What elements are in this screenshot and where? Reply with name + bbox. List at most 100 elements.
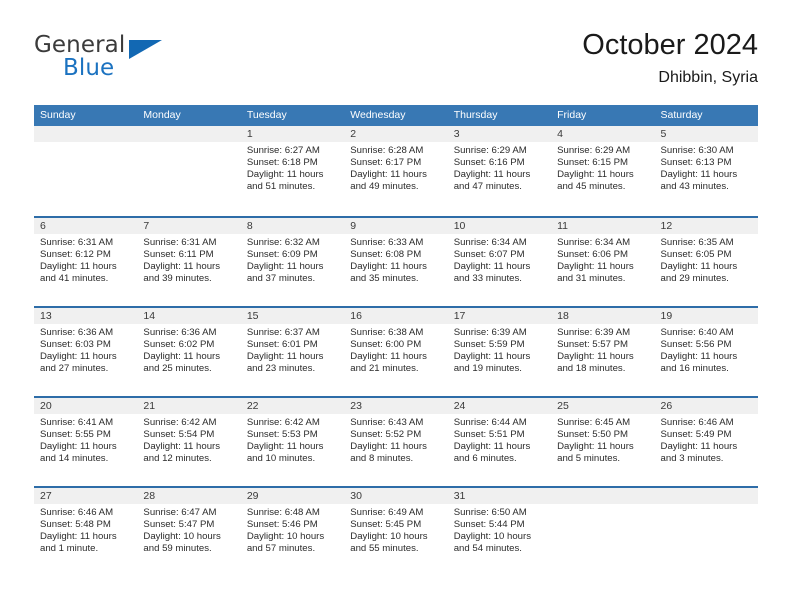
calendar-day-17[interactable]: 17 Sunrise: 6:39 AM Sunset: 5:59 PM Dayligh… [447, 306, 552, 396]
brand-logo[interactable]: General Blue [34, 30, 294, 90]
day-number: 5 [654, 126, 758, 142]
day-details: Sunrise: 6:46 AM Sunset: 5:49 PM Daylight:… [655, 414, 758, 465]
calendar-day-29[interactable]: 29 Sunrise: 6:48 AM Sunset: 5:46 PM Dayligh… [240, 486, 345, 576]
daylight-text: Daylight: 11 hours and 43 minutes. [660, 169, 738, 193]
calendar-day-24[interactable]: 24 Sunrise: 6:44 AM Sunset: 5:51 PM Dayligh… [447, 396, 552, 486]
calendar-day-20[interactable]: 20 Sunrise: 6:41 AM Sunset: 5:55 PM Dayligh… [34, 396, 138, 486]
day-details: Sunrise: 6:41 AM Sunset: 5:55 PM Daylight:… [34, 414, 137, 465]
sunset-text: Sunset: 6:08 PM [350, 249, 422, 261]
day-number: 2 [344, 126, 448, 142]
calendar-cell: 20 Sunrise: 6:41 AM Sunset: 5:55 PM Dayligh… [34, 396, 138, 486]
sunrise-text: Sunrise: 6:34 AM [557, 237, 631, 248]
calendar-day-13[interactable]: 13 Sunrise: 6:36 AM Sunset: 6:03 PM Dayligh… [34, 306, 138, 396]
day-number: 19 [654, 308, 758, 324]
daylight-text: Daylight: 11 hours and 16 minutes. [660, 351, 738, 375]
calendar-day-empty [137, 126, 241, 216]
calendar-cell: 30 Sunrise: 6:49 AM Sunset: 5:45 PM Dayligh… [344, 486, 448, 576]
day-details: Sunrise: 6:43 AM Sunset: 5:52 PM Daylight:… [344, 414, 447, 465]
calendar-day-3[interactable]: 3 Sunrise: 6:29 AM Sunset: 6:16 PM Daylight… [447, 126, 552, 216]
day-number: 21 [137, 398, 241, 414]
sunrise-text: Sunrise: 6:32 AM [246, 237, 320, 248]
day-details: Sunrise: 6:50 AM Sunset: 5:44 PM Daylight:… [448, 504, 551, 555]
calendar-day-26[interactable]: 26 Sunrise: 6:46 AM Sunset: 5:49 PM Dayligh… [654, 396, 758, 486]
day-number: 17 [447, 308, 552, 324]
day-number: 23 [344, 398, 448, 414]
calendar-day-19[interactable]: 19 Sunrise: 6:40 AM Sunset: 5:56 PM Dayligh… [654, 306, 758, 396]
calendar-cell: 8 Sunrise: 6:32 AM Sunset: 6:09 PM Daylight… [240, 216, 345, 306]
day-number: 15 [240, 308, 345, 324]
daylight-text: Daylight: 11 hours and 33 minutes. [453, 261, 531, 285]
sunset-text: Sunset: 6:02 PM [143, 339, 215, 351]
sunrise-text: Sunrise: 6:43 AM [350, 417, 424, 428]
calendar-day-30[interactable]: 30 Sunrise: 6:49 AM Sunset: 5:45 PM Dayligh… [344, 486, 448, 576]
day-details: Sunrise: 6:28 AM Sunset: 6:17 PM Daylight:… [344, 142, 447, 193]
sunset-text: Sunset: 6:03 PM [40, 339, 111, 351]
daylight-text: Daylight: 11 hours and 6 minutes. [453, 441, 531, 465]
calendar-page: General Blue October 2024 Dhibbin, Syria… [0, 0, 792, 612]
sunrise-text: Sunrise: 6:28 AM [350, 145, 424, 156]
calendar-cell [551, 486, 655, 576]
calendar-day-5[interactable]: 5 Sunrise: 6:30 AM Sunset: 6:13 PM Daylight… [654, 126, 758, 216]
weekday-header-row: Sunday Monday Tuesday Wednesday Thursday… [34, 105, 758, 126]
calendar-day-28[interactable]: 28 Sunrise: 6:47 AM Sunset: 5:47 PM Dayligh… [137, 486, 241, 576]
calendar-cell: 14 Sunrise: 6:36 AM Sunset: 6:02 PM Dayligh… [137, 306, 241, 396]
day-details: Sunrise: 6:39 AM Sunset: 5:57 PM Daylight:… [551, 324, 654, 375]
sunrise-text: Sunrise: 6:33 AM [350, 237, 424, 248]
sunset-text: Sunset: 6:06 PM [557, 249, 629, 261]
day-number: 10 [447, 218, 552, 234]
sunset-text: Sunset: 5:44 PM [453, 519, 525, 531]
weekday-header-wednesday: Wednesday [344, 105, 448, 126]
calendar-day-15[interactable]: 15 Sunrise: 6:37 AM Sunset: 6:01 PM Dayligh… [240, 306, 345, 396]
calendar-day-1[interactable]: 1 Sunrise: 6:27 AM Sunset: 6:18 PM Daylight… [240, 126, 345, 216]
sunrise-text: Sunrise: 6:31 AM [40, 237, 114, 248]
calendar-day-12[interactable]: 12 Sunrise: 6:35 AM Sunset: 6:05 PM Dayligh… [654, 216, 758, 306]
sunset-text: Sunset: 6:05 PM [660, 249, 732, 261]
calendar-cell: 22 Sunrise: 6:42 AM Sunset: 5:53 PM Dayligh… [240, 396, 345, 486]
sunset-text: Sunset: 5:57 PM [557, 339, 629, 351]
day-number: 24 [447, 398, 552, 414]
calendar-day-empty [654, 486, 758, 576]
calendar-day-6[interactable]: 6 Sunrise: 6:31 AM Sunset: 6:12 PM Daylight… [34, 216, 138, 306]
day-number: 25 [551, 398, 655, 414]
calendar-day-9[interactable]: 9 Sunrise: 6:33 AM Sunset: 6:08 PM Daylight… [344, 216, 448, 306]
day-details: Sunrise: 6:33 AM Sunset: 6:08 PM Daylight:… [344, 234, 447, 285]
calendar-day-22[interactable]: 22 Sunrise: 6:42 AM Sunset: 5:53 PM Dayligh… [240, 396, 345, 486]
calendar-day-8[interactable]: 8 Sunrise: 6:32 AM Sunset: 6:09 PM Daylight… [240, 216, 345, 306]
calendar-cell: 24 Sunrise: 6:44 AM Sunset: 5:51 PM Dayligh… [447, 396, 552, 486]
calendar-day-4[interactable]: 4 Sunrise: 6:29 AM Sunset: 6:15 PM Daylight… [551, 126, 655, 216]
calendar-day-25[interactable]: 25 Sunrise: 6:45 AM Sunset: 5:50 PM Dayligh… [551, 396, 655, 486]
day-details: Sunrise: 6:48 AM Sunset: 5:46 PM Daylight:… [241, 504, 344, 555]
calendar-day-10[interactable]: 10 Sunrise: 6:34 AM Sunset: 6:07 PM Dayligh… [447, 216, 552, 306]
calendar-day-2[interactable]: 2 Sunrise: 6:28 AM Sunset: 6:17 PM Daylight… [344, 126, 448, 216]
calendar-day-18[interactable]: 18 Sunrise: 6:39 AM Sunset: 5:57 PM Dayligh… [551, 306, 655, 396]
calendar-cell: 16 Sunrise: 6:38 AM Sunset: 6:00 PM Dayligh… [344, 306, 448, 396]
daylight-text: Daylight: 11 hours and 19 minutes. [453, 351, 531, 375]
calendar-day-16[interactable]: 16 Sunrise: 6:38 AM Sunset: 6:00 PM Dayligh… [344, 306, 448, 396]
weekday-header-thursday: Thursday [447, 105, 552, 126]
sunset-text: Sunset: 5:54 PM [143, 429, 215, 441]
sunset-text: Sunset: 6:11 PM [143, 249, 214, 261]
day-number: 12 [654, 218, 758, 234]
calendar-day-21[interactable]: 21 Sunrise: 6:42 AM Sunset: 5:54 PM Dayligh… [137, 396, 241, 486]
calendar-cell: 31 Sunrise: 6:50 AM Sunset: 5:44 PM Dayligh… [447, 486, 552, 576]
sunset-text: Sunset: 6:09 PM [246, 249, 318, 261]
calendar-day-31[interactable]: 31 Sunrise: 6:50 AM Sunset: 5:44 PM Dayligh… [447, 486, 552, 576]
day-number: 18 [551, 308, 655, 324]
daylight-text: Daylight: 11 hours and 1 minute. [40, 531, 117, 555]
day-number: 9 [344, 218, 448, 234]
calendar-day-27[interactable]: 27 Sunrise: 6:46 AM Sunset: 5:48 PM Dayligh… [34, 486, 138, 576]
calendar-day-23[interactable]: 23 Sunrise: 6:43 AM Sunset: 5:52 PM Dayligh… [344, 396, 448, 486]
day-details: Sunrise: 6:34 AM Sunset: 6:07 PM Daylight:… [448, 234, 551, 285]
calendar-day-14[interactable]: 14 Sunrise: 6:36 AM Sunset: 6:02 PM Dayligh… [137, 306, 241, 396]
daylight-text: Daylight: 11 hours and 37 minutes. [246, 261, 324, 285]
day-details: Sunrise: 6:45 AM Sunset: 5:50 PM Daylight:… [551, 414, 654, 465]
sunrise-text: Sunrise: 6:27 AM [246, 145, 320, 156]
sunset-text: Sunset: 6:01 PM [246, 339, 318, 351]
calendar-cell: 9 Sunrise: 6:33 AM Sunset: 6:08 PM Daylight… [344, 216, 448, 306]
calendar-day-7[interactable]: 7 Sunrise: 6:31 AM Sunset: 6:11 PM Daylight… [137, 216, 241, 306]
weekday-header-saturday: Saturday [654, 105, 758, 126]
calendar-day-11[interactable]: 11 Sunrise: 6:34 AM Sunset: 6:06 PM Dayligh… [551, 216, 655, 306]
sunset-text: Sunset: 5:46 PM [246, 519, 318, 531]
day-details: Sunrise: 6:29 AM Sunset: 6:16 PM Daylight:… [448, 142, 551, 193]
brand-name-blue: Blue [63, 55, 115, 81]
